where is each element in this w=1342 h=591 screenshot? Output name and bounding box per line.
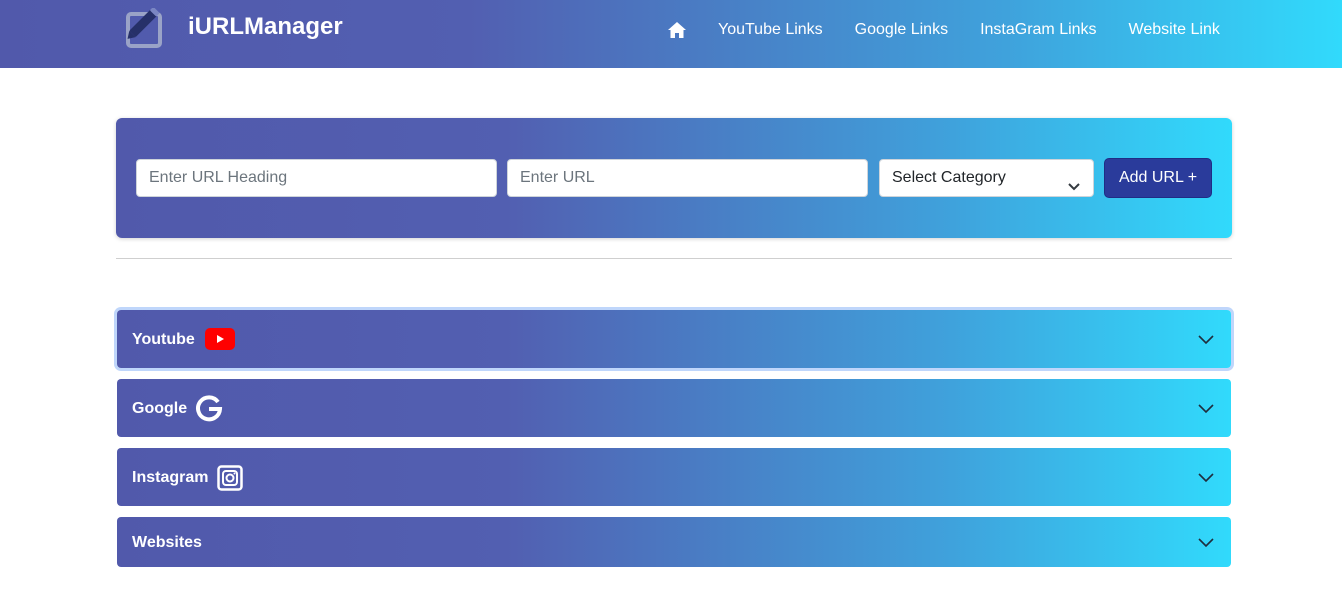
chevron-down-icon — [1197, 399, 1215, 417]
url-heading-input[interactable]: Enter URL Heading — [136, 159, 497, 197]
accordion-google[interactable]: Google — [117, 379, 1231, 437]
accordion-instagram[interactable]: Instagram — [117, 448, 1231, 506]
category-select-value: Select Category — [892, 169, 1006, 186]
edit-note-icon — [126, 7, 172, 50]
chevron-down-icon — [1197, 330, 1215, 348]
youtube-icon — [205, 328, 235, 355]
instagram-icon — [217, 465, 243, 496]
divider — [116, 258, 1232, 259]
chevron-down-icon — [1197, 533, 1215, 551]
accordion-label-websites: Websites — [132, 534, 202, 551]
chevron-down-icon — [1067, 171, 1081, 191]
nav-link-website[interactable]: Website Link — [1129, 20, 1220, 40]
chevron-down-icon — [1197, 468, 1215, 486]
category-select[interactable]: Select Category — [879, 159, 1094, 197]
google-icon — [195, 394, 223, 427]
nav-link-instagram[interactable]: InstaGram Links — [980, 20, 1096, 40]
accordion-youtube[interactable]: Youtube — [117, 310, 1231, 368]
accordion-label-instagram: Instagram — [132, 469, 209, 486]
url-input[interactable]: Enter URL — [507, 159, 868, 197]
nav-menu: YouTube Links Google Links InstaGram Lin… — [666, 20, 1220, 40]
add-url-form: Enter URL Heading Enter URL Select Categ… — [116, 118, 1232, 238]
nav-link-youtube[interactable]: YouTube Links — [718, 20, 823, 40]
home-icon[interactable] — [666, 20, 688, 40]
accordion-label-google: Google — [132, 400, 188, 417]
brand[interactable]: iURLManager — [126, 7, 343, 50]
nav-link-google[interactable]: Google Links — [855, 20, 948, 40]
accordion-label-youtube: Youtube — [132, 331, 195, 348]
brand-name: iURLManager — [188, 13, 343, 40]
navbar: iURLManager YouTube Links Google Links I… — [0, 0, 1342, 68]
add-url-button[interactable]: Add URL + — [1104, 158, 1212, 198]
accordion-websites[interactable]: Websites — [117, 517, 1231, 567]
